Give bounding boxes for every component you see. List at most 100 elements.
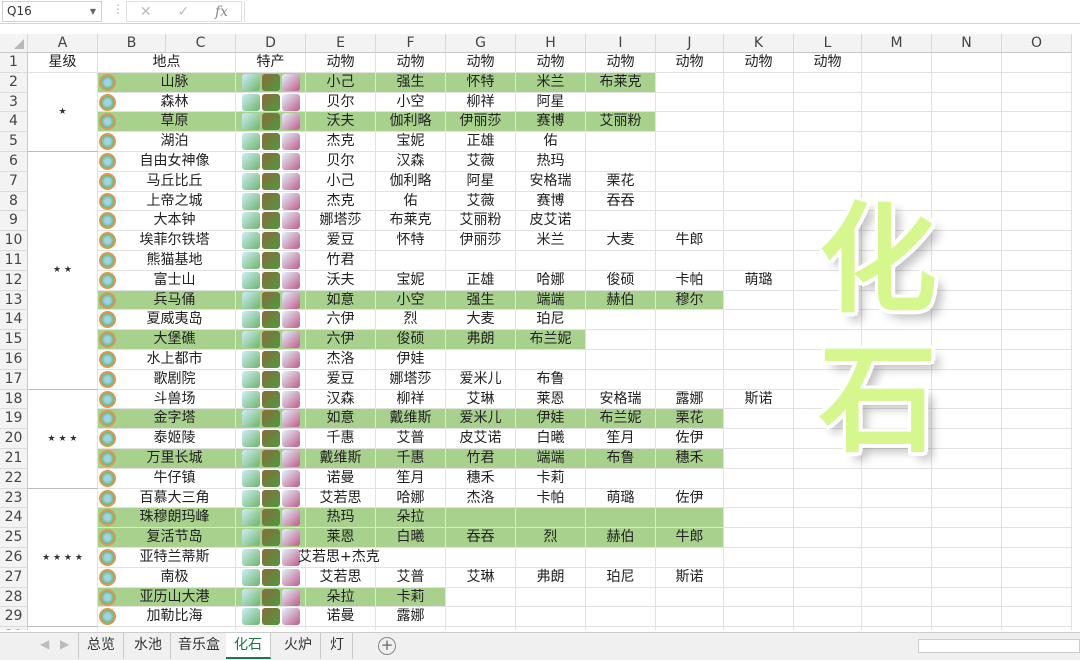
animal-cell[interactable]: 萌璐 bbox=[724, 270, 794, 291]
animal-cell[interactable]: 朵拉 bbox=[306, 587, 376, 608]
row-header[interactable]: 21 bbox=[0, 449, 28, 469]
row-header[interactable]: 23 bbox=[0, 488, 28, 509]
grid-cell[interactable] bbox=[724, 587, 794, 608]
grid-cell[interactable] bbox=[724, 488, 794, 509]
grid-cell[interactable] bbox=[1002, 429, 1072, 449]
name-box[interactable]: Q16 ▼ bbox=[2, 1, 102, 22]
grid-cell[interactable] bbox=[656, 627, 724, 630]
animal-cell[interactable]: 端端 bbox=[516, 290, 586, 311]
grid-cell[interactable] bbox=[862, 72, 932, 93]
grid-cell[interactable] bbox=[656, 92, 724, 113]
grid-cell[interactable] bbox=[724, 330, 794, 350]
animal-cell[interactable]: 卡莉 bbox=[516, 468, 586, 489]
grid-cell[interactable] bbox=[586, 548, 656, 568]
grid-cell[interactable] bbox=[1002, 508, 1072, 529]
grid-cell[interactable] bbox=[586, 627, 656, 630]
place-cell[interactable]: 兵马俑 bbox=[98, 290, 236, 311]
animal-cell[interactable]: 艾丽粉 bbox=[586, 112, 656, 133]
animal-cell[interactable]: 爱米儿 bbox=[446, 409, 516, 430]
grid-cell[interactable] bbox=[586, 152, 656, 172]
grid-cell[interactable] bbox=[724, 449, 794, 469]
grid-cell[interactable] bbox=[794, 171, 862, 192]
grid-cell[interactable] bbox=[516, 607, 586, 628]
grid-cell[interactable] bbox=[862, 528, 932, 548]
note-cell[interactable]: 艾若思+杰克 bbox=[298, 548, 398, 568]
place-cell[interactable]: 金字塔 bbox=[98, 409, 236, 430]
grid-cell[interactable] bbox=[724, 72, 794, 93]
row-header[interactable]: 28 bbox=[0, 587, 28, 608]
grid-cell[interactable] bbox=[724, 607, 794, 628]
place-cell[interactable]: 大堡礁 bbox=[98, 330, 236, 350]
column-header[interactable]: N bbox=[932, 34, 1002, 53]
animal-cell[interactable]: 莱恩 bbox=[516, 389, 586, 410]
animal-cell[interactable]: 小空 bbox=[376, 290, 446, 311]
grid-cell[interactable] bbox=[1002, 290, 1072, 311]
row-header[interactable]: 17 bbox=[0, 369, 28, 390]
grid-cell[interactable] bbox=[794, 92, 862, 113]
animal-cell[interactable]: 娜塔莎 bbox=[376, 369, 446, 390]
grid-cell[interactable] bbox=[586, 468, 656, 489]
animal-cell[interactable]: 穗禾 bbox=[446, 468, 516, 489]
animal-cell[interactable]: 小己 bbox=[306, 171, 376, 192]
grid-cell[interactable] bbox=[656, 350, 724, 370]
grid-cell[interactable] bbox=[724, 171, 794, 192]
place-cell[interactable]: 埃菲尔铁塔 bbox=[98, 231, 236, 251]
animal-cell[interactable]: 艾普 bbox=[376, 567, 446, 588]
place-cell[interactable]: 万里长城 bbox=[98, 449, 236, 469]
grid-cell[interactable] bbox=[862, 587, 932, 608]
grid-cell[interactable] bbox=[724, 290, 794, 311]
grid-cell[interactable] bbox=[932, 488, 1002, 509]
animal-cell[interactable]: 艾薇 bbox=[446, 191, 516, 212]
row-header[interactable]: 15 bbox=[0, 330, 28, 350]
animal-cell[interactable]: 千惠 bbox=[306, 429, 376, 449]
animal-cell[interactable]: 艾普 bbox=[376, 429, 446, 449]
grid-cell[interactable] bbox=[862, 112, 932, 133]
grid-cell[interactable] bbox=[1002, 171, 1072, 192]
animal-cell[interactable]: 贝尔 bbox=[306, 152, 376, 172]
animal-cell[interactable]: 安格瑞 bbox=[516, 171, 586, 192]
column-header[interactable]: K bbox=[724, 34, 794, 53]
grid-cell[interactable] bbox=[794, 587, 862, 608]
horizontal-scrollbar[interactable] bbox=[918, 639, 1080, 653]
animal-cell[interactable]: 伊娃 bbox=[516, 409, 586, 430]
grid-cell[interactable] bbox=[724, 468, 794, 489]
row-header[interactable]: 13 bbox=[0, 290, 28, 311]
grid-cell[interactable] bbox=[446, 627, 516, 630]
animal-cell[interactable]: 杰洛 bbox=[306, 350, 376, 370]
column-header[interactable]: D bbox=[236, 34, 306, 53]
animal-cell[interactable]: 沃夫 bbox=[306, 270, 376, 291]
row-header[interactable]: 25 bbox=[0, 528, 28, 548]
row-header[interactable]: 22 bbox=[0, 468, 28, 489]
grid-cell[interactable] bbox=[656, 330, 724, 350]
grid-cell[interactable] bbox=[166, 627, 236, 630]
row-header[interactable]: 10 bbox=[0, 231, 28, 251]
column-header[interactable]: M bbox=[862, 34, 932, 53]
grid-cell[interactable] bbox=[794, 112, 862, 133]
grid-cell[interactable] bbox=[862, 92, 932, 113]
grid-cell[interactable] bbox=[656, 132, 724, 152]
animal-cell[interactable]: 俊硕 bbox=[376, 330, 446, 350]
animal-cell[interactable]: 杰克 bbox=[306, 191, 376, 212]
animal-cell[interactable]: 伊娃 bbox=[376, 350, 446, 370]
animal-cell[interactable]: 萌璐 bbox=[586, 488, 656, 509]
animal-cell[interactable]: 佑 bbox=[376, 191, 446, 212]
animal-cell[interactable]: 米兰 bbox=[516, 72, 586, 93]
grid-cell[interactable] bbox=[794, 548, 862, 568]
highlight-cell[interactable] bbox=[586, 508, 656, 529]
animal-cell[interactable]: 卡帕 bbox=[516, 488, 586, 509]
place-cell[interactable]: 森林 bbox=[98, 92, 236, 113]
grid-cell[interactable] bbox=[446, 587, 516, 608]
grid-cell[interactable] bbox=[586, 211, 656, 232]
grid-cell[interactable] bbox=[932, 171, 1002, 192]
animal-cell[interactable]: 强生 bbox=[376, 72, 446, 93]
animal-cell[interactable]: 宝妮 bbox=[376, 132, 446, 152]
place-cell[interactable]: 夏威夷岛 bbox=[98, 310, 236, 331]
place-cell[interactable]: 百慕大三角 bbox=[98, 488, 236, 509]
animal-cell[interactable]: 布兰妮 bbox=[586, 409, 656, 430]
row-header[interactable]: 3 bbox=[0, 92, 28, 113]
animal-cell[interactable]: 笙月 bbox=[376, 468, 446, 489]
animal-cell[interactable]: 卡帕 bbox=[656, 270, 724, 291]
grid-cell[interactable] bbox=[656, 251, 724, 271]
place-cell[interactable]: 马丘比丘 bbox=[98, 171, 236, 192]
grid-cell[interactable] bbox=[1002, 132, 1072, 152]
